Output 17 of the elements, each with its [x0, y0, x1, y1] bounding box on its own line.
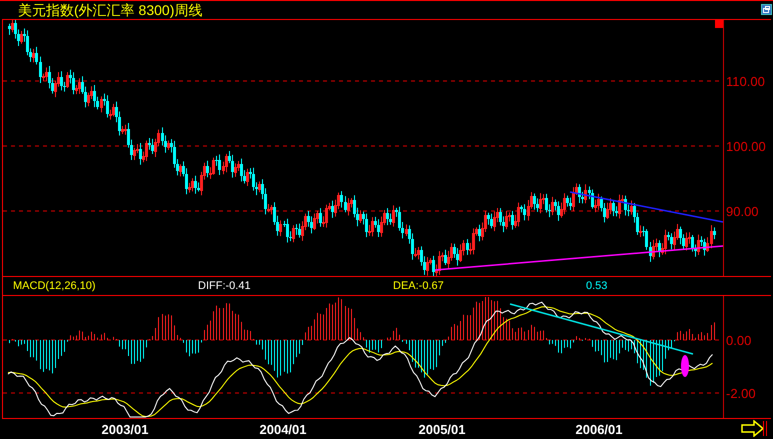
- indicator-value: MACD(12,26,10): [13, 280, 96, 292]
- indicator-value: DEA:-0.67: [393, 280, 444, 292]
- date-axis-label: 2005/01: [418, 422, 466, 437]
- date-axis-label: 2006/01: [576, 422, 622, 437]
- indicator-value: 0.53: [586, 280, 608, 292]
- price-axis-label: 90.00: [726, 204, 759, 219]
- next-arrow-button[interactable]: [741, 420, 767, 437]
- price-axis-label: 110.00: [726, 74, 765, 89]
- indicator-value: DIFF:-0.41: [198, 280, 251, 292]
- restore-window-icon[interactable]: [761, 4, 772, 15]
- chart-title: 美元指数(外汇汇率 8300)周线: [18, 2, 202, 18]
- date-axis-label: 2004/01: [260, 422, 306, 437]
- macd-axis-label: 0.00: [726, 333, 752, 348]
- macd-axis-label: -2.00: [726, 386, 756, 401]
- ellipse-marker: [681, 355, 689, 377]
- price-axis-label: 100.00: [726, 139, 766, 154]
- date-axis-label: 2003/01: [102, 422, 148, 437]
